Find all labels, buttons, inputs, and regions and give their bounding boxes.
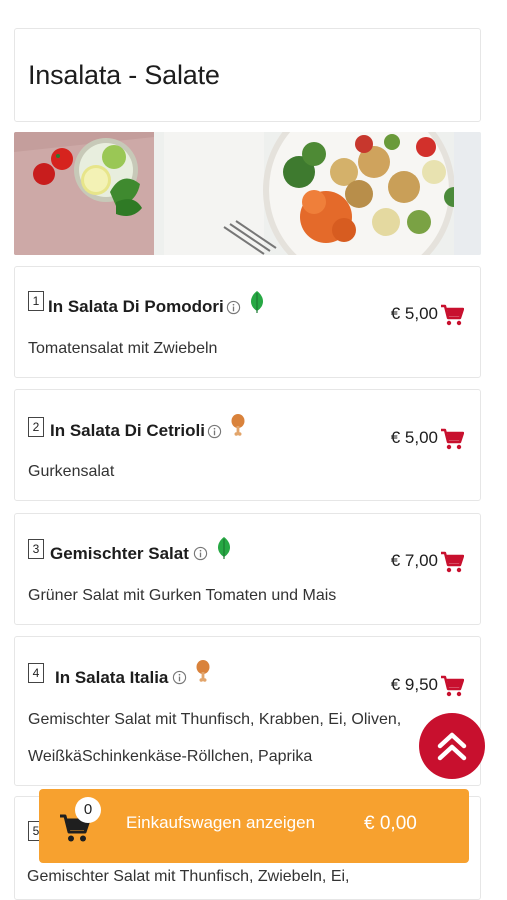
view-cart-button[interactable]: 0 Einkaufswagen anzeigen € 0,00 <box>39 789 469 863</box>
item-price: € 5,00 <box>390 304 438 323</box>
view-cart-label: Einkaufswagen anzeigen <box>126 813 316 832</box>
cart-total: € 0,00 <box>364 813 417 834</box>
item-price: € 5,00 <box>390 428 438 447</box>
add-to-cart-button[interactable] <box>440 675 464 697</box>
info-icon[interactable] <box>172 670 187 685</box>
item-description: Tomatensalat mit Zwiebeln <box>28 340 218 357</box>
leaf-icon <box>251 291 263 313</box>
info-icon[interactable] <box>207 424 222 439</box>
item-description: Gemischter Salat mit Thunfisch, Krabben,… <box>28 711 402 728</box>
category-header: Insalata - Salate <box>14 28 481 122</box>
page-title: Insalata - Salate <box>28 59 220 90</box>
drumstick-icon <box>196 660 210 682</box>
item-description: Gurkensalat <box>28 463 115 480</box>
menu-item-card[interactable]: 3 Gemischter Salat € 7,00 Grüner Salat m… <box>14 513 481 625</box>
menu-item-card[interactable]: 4 In Salata Italia € 9,50 Gemischter Sal… <box>14 636 481 786</box>
item-number: 4 <box>28 663 44 683</box>
add-to-cart-button[interactable] <box>440 428 464 450</box>
leaf-icon <box>218 537 230 559</box>
info-icon[interactable] <box>193 546 208 561</box>
menu-item-card[interactable]: 1 In Salata Di Pomodori € 5,00 Tomatensa… <box>14 266 481 378</box>
menu-item-card[interactable]: 2 In Salata Di Cetrioli € 5,00 Gurkensal… <box>14 389 481 501</box>
item-number: 1 <box>28 291 44 311</box>
add-to-cart-button[interactable] <box>440 551 464 573</box>
item-description: WeißkäSchinkenkäse-Röllchen, Paprika <box>28 748 313 765</box>
cart-count-badge: 0 <box>75 797 101 823</box>
double-chevron-up-icon <box>437 732 467 761</box>
item-name: In Salata Di Cetrioli <box>50 421 205 440</box>
item-description: Gemischter Salat mit Thunfisch, Zwiebeln… <box>27 868 350 885</box>
info-icon[interactable] <box>226 300 241 315</box>
item-name: In Salata Italia <box>55 668 169 687</box>
add-to-cart-button[interactable] <box>440 304 464 326</box>
item-price: € 7,00 <box>390 551 438 570</box>
item-description: Grüner Salat mit Gurken Tomaten und Mais <box>28 587 337 604</box>
scroll-to-top-button[interactable] <box>419 713 485 779</box>
item-price: € 9,50 <box>390 675 438 694</box>
item-name: Gemischter Salat <box>50 544 189 563</box>
item-name: In Salata Di Pomodori <box>48 297 224 316</box>
category-banner-image <box>14 132 481 255</box>
item-number: 3 <box>28 539 44 559</box>
item-number: 2 <box>28 417 44 437</box>
drumstick-icon <box>231 414 245 436</box>
